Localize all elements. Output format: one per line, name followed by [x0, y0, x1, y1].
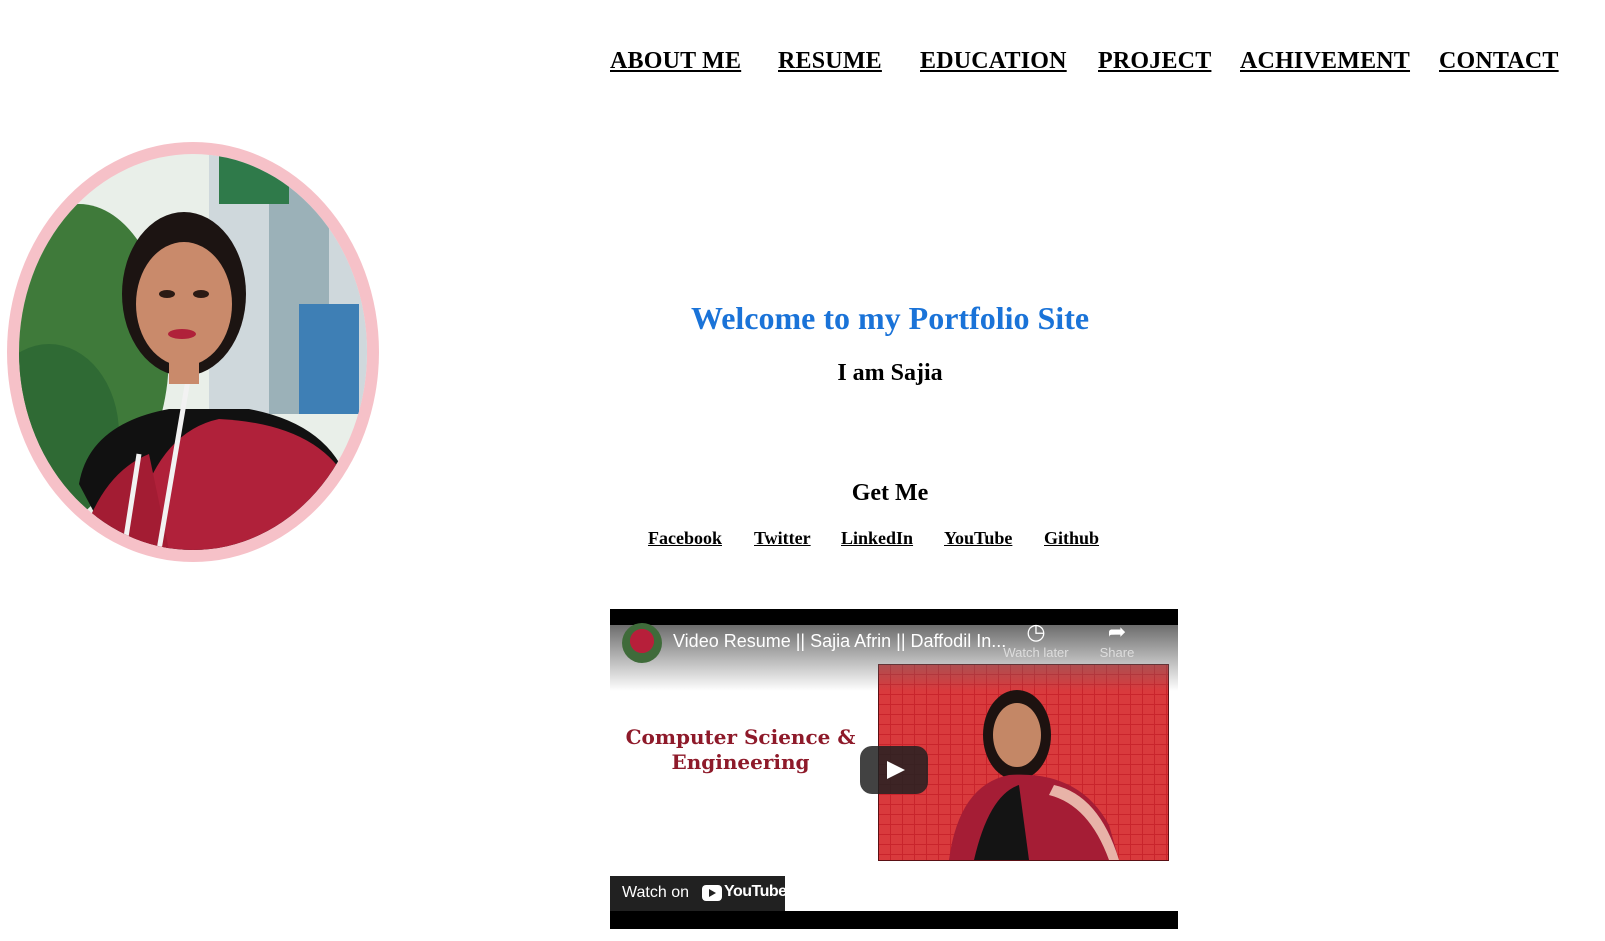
main-nav: ABOUT ME RESUME EDUCATION PROJECT ACHIVE… [0, 48, 1605, 84]
get-me-title: Get Me [851, 480, 929, 506]
video-bottom-bar [610, 911, 1178, 929]
hero-subtitle: I am Sajia [837, 360, 943, 386]
youtube-wordmark: YouTube [724, 883, 787, 900]
youtube-embed[interactable]: Video Resume || Sajia Afrin || Daffodil … [610, 609, 1178, 929]
video-title[interactable]: Video Resume || Sajia Afrin || Daffodil … [673, 631, 1006, 652]
channel-avatar[interactable] [622, 623, 662, 663]
link-linkedin[interactable]: LinkedIn [841, 528, 913, 549]
link-twitter[interactable]: Twitter [754, 528, 811, 549]
nav-about-me[interactable]: ABOUT ME [610, 48, 741, 75]
nav-resume[interactable]: RESUME [778, 48, 882, 75]
hero-title: Welcome to my Portfolio Site [690, 300, 1090, 336]
nav-achivement[interactable]: ACHIVEMENT [1240, 48, 1410, 75]
nav-education[interactable]: EDUCATION [920, 48, 1067, 75]
nav-project[interactable]: PROJECT [1098, 48, 1211, 75]
link-youtube[interactable]: YouTube [944, 528, 1012, 549]
watch-on-youtube-button[interactable]: Watch on YouTube [610, 876, 787, 911]
share-button[interactable]: ➦ Share [1082, 619, 1152, 660]
social-links: Facebook Twitter LinkedIn YouTube Github [0, 528, 1605, 554]
clock-icon: ◷ [1026, 619, 1046, 644]
share-icon: ➦ [1107, 619, 1127, 644]
nav-contact[interactable]: CONTACT [1439, 48, 1559, 75]
watch-later-label: Watch later [1003, 645, 1069, 660]
link-facebook[interactable]: Facebook [648, 528, 722, 549]
watch-later-button[interactable]: ◷ Watch later [1001, 619, 1071, 660]
watch-on-label: Watch on [622, 884, 689, 901]
thumbnail-caption: Computer Science & Engineering [625, 725, 856, 774]
link-github[interactable]: Github [1044, 528, 1099, 549]
youtube-play-icon [702, 885, 722, 901]
play-button[interactable] [860, 746, 928, 794]
share-label: Share [1099, 645, 1135, 660]
